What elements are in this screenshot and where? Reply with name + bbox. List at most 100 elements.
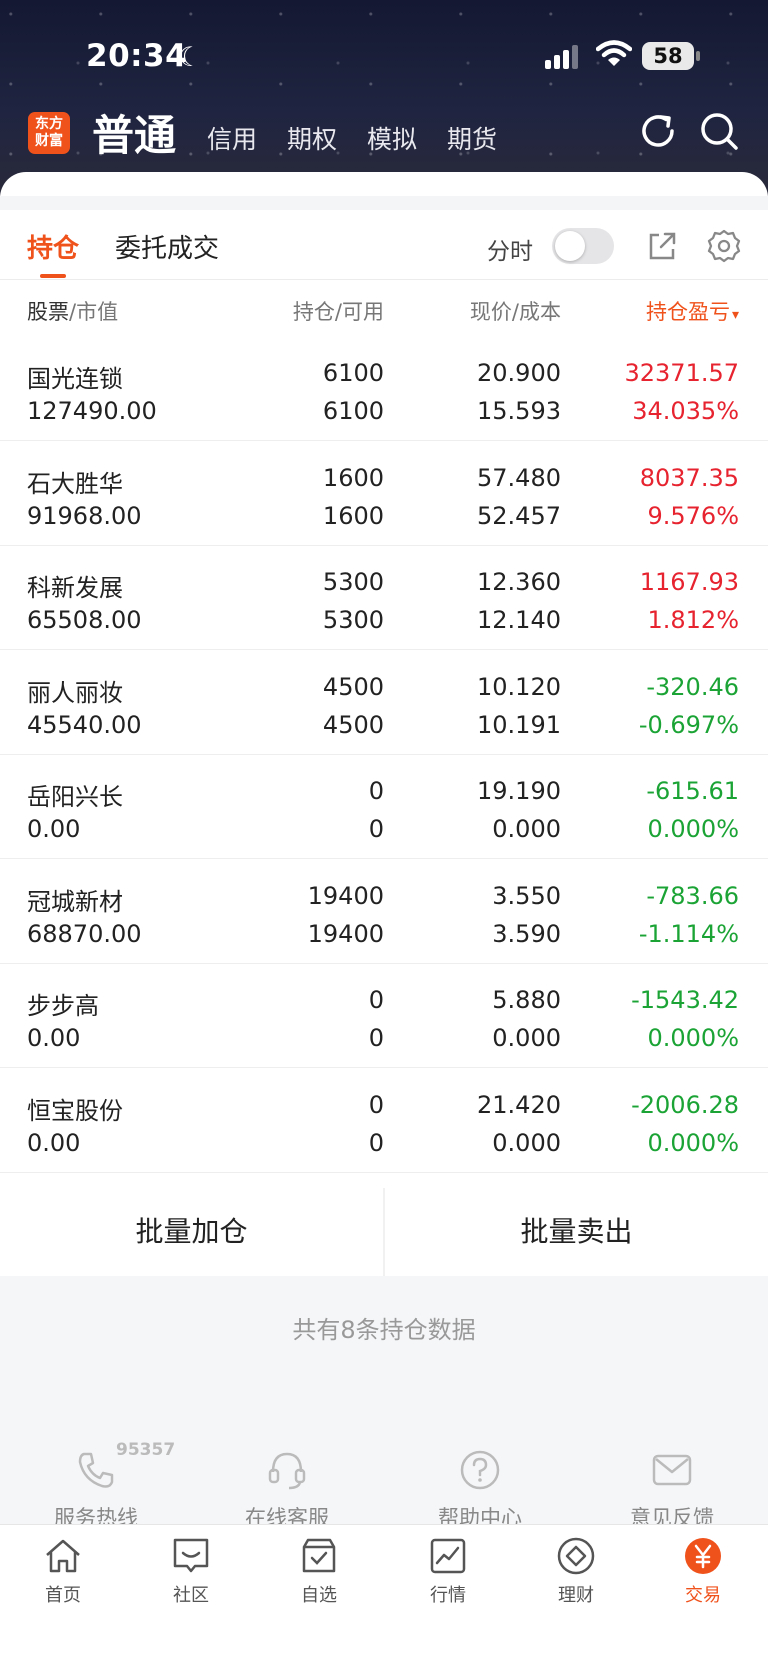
cellular-signal-icon [545,43,583,69]
tabbar-wealth[interactable]: 理财 [531,1535,621,1607]
service-links: 95357 服务热线 在线客服 帮助中心 意见反馈 [0,1440,768,1525]
trade-yen-icon [685,1538,721,1574]
positions-tabs: 持仓 委托成交 分时 [0,210,768,280]
tabbar-watchlist-label: 自选 [301,1585,337,1606]
intraday-toggle-label: 分时 [487,239,533,265]
position-row[interactable]: 国光连锁 127490.00 6100 6100 20.900 15.593 32371.5… [0,337,768,441]
profit-loss-pct: -1.114% [638,920,739,948]
bottom-tab-bar: 首页 社区 自选 行情 理财 交易 [0,1524,768,1669]
stock-name: 科新发展 [27,574,123,602]
batch-actions: 批量加仓 批量卖出 [0,1188,768,1276]
tabbar-home[interactable]: 首页 [18,1535,108,1607]
service-hotline[interactable]: 95357 服务热线 [21,1440,175,1525]
tab-credit[interactable]: 信用 [207,120,257,156]
profit-loss: 32371.57 [624,359,739,387]
profit-loss-pct: 34.035% [632,397,739,425]
stock-name: 步步高 [27,992,99,1020]
stock-name: 冠城新材 [27,888,123,916]
profit-loss: -615.61 [646,777,739,805]
stock-name: 丽人丽妆 [27,679,123,707]
stock-name: 恒宝股份 [27,1097,123,1125]
batch-sell-button[interactable]: 批量卖出 [385,1188,768,1276]
tab-normal-account[interactable]: 普通 [92,102,176,163]
available-qty: 0 [368,815,384,843]
tabbar-wealth-label: 理财 [558,1585,594,1606]
headset-icon [268,1452,306,1490]
holding-qty: 0 [368,1091,384,1119]
profit-loss-pct: 0.000% [647,1129,739,1157]
tabbar-community-label: 社区 [173,1585,209,1606]
position-row[interactable]: 岳阳兴长 0.00 0 0 19.190 0.000 -615.61 0.000% [0,755,768,859]
stock-name: 国光连锁 [27,365,123,393]
wifi-icon [596,40,632,66]
market-chart-icon [430,1538,466,1574]
help-center-label: 帮助中心 [438,1506,522,1525]
card-divider [0,196,768,210]
tabbar-market[interactable]: 行情 [403,1535,493,1607]
position-row[interactable]: 科新发展 65508.00 5300 5300 12.360 12.140 1167.93 1… [0,546,768,650]
moon-icon: ☾ [178,42,203,73]
batch-add-button[interactable]: 批量加仓 [0,1188,383,1276]
cost-price: 15.593 [477,397,561,425]
refresh-icon[interactable] [637,110,679,152]
position-row[interactable]: 步步高 0.00 0 0 5.880 0.000 -1543.42 0.000% [0,964,768,1068]
profit-loss: -783.66 [646,882,739,910]
tabbar-trade[interactable]: 交易 [658,1535,748,1607]
position-row[interactable]: 丽人丽妆 45540.00 4500 4500 10.120 10.191 -320.46 -… [0,651,768,755]
cost-price: 3.590 [492,920,561,948]
service-feedback[interactable]: 意见反馈 [597,1440,747,1525]
available-qty: 6100 [322,397,384,425]
cost-price: 0.000 [492,1024,561,1052]
position-row[interactable]: 石大胜华 91968.00 1600 1600 57.480 52.457 8037.35 9… [0,442,768,546]
intraday-toggle[interactable] [552,228,614,264]
market-value: 127490.00 [27,397,157,425]
app-bar: 东方 财富 普通 信用 期权 模拟 期货 [0,100,768,170]
available-qty: 0 [368,1129,384,1157]
available-qty: 1600 [322,502,384,530]
tabbar-community[interactable]: 社区 [146,1535,236,1607]
position-row[interactable]: 冠城新材 68870.00 19400 19400 3.550 3.590 -783.66 -… [0,860,768,964]
tab-simulation[interactable]: 模拟 [367,120,417,156]
settings-gear-icon[interactable] [705,227,743,265]
tab-positions[interactable]: 持仓 [27,228,79,265]
cost-price: 12.140 [477,606,561,634]
tab-orders-trades[interactable]: 委托成交 [115,228,219,265]
service-online-support[interactable]: 在线客服 [212,1440,362,1525]
holding-qty: 6100 [322,359,384,387]
tab-active-indicator [40,274,66,278]
logo-text-2: 财富 [35,133,63,149]
search-icon[interactable] [698,110,740,152]
profit-loss: 1167.93 [639,568,739,596]
holding-qty: 19400 [307,882,384,910]
help-icon [460,1450,500,1490]
tabbar-market-label: 行情 [430,1585,466,1606]
tab-futures[interactable]: 期货 [447,120,497,156]
hotline-number: 95357 [116,1440,176,1460]
available-qty: 5300 [322,606,384,634]
profit-loss-pct: 1.812% [647,606,739,634]
profit-loss-pct: 0.000% [647,1024,739,1052]
phone-icon [78,1452,114,1488]
position-row[interactable]: 恒宝股份 0.00 0 0 21.420 0.000 -2006.28 0.000% [0,1069,768,1173]
tabbar-trade-label: 交易 [685,1585,721,1606]
eastmoney-logo[interactable]: 东方 财富 [28,112,70,154]
battery-indicator: 58 [642,42,700,70]
tab-options[interactable]: 期权 [287,120,337,156]
positions-table-header: 股票/市值 持仓/可用 现价/成本 持仓盈亏 ▾ [0,282,768,338]
tabbar-watchlist[interactable]: 自选 [274,1535,364,1607]
watchlist-bag-icon [302,1538,336,1573]
share-icon[interactable] [643,227,681,265]
service-help-center[interactable]: 帮助中心 [405,1440,555,1525]
current-price: 10.120 [477,673,561,701]
chat-icon [173,1538,209,1573]
available-qty: 0 [368,1024,384,1052]
cost-price: 52.457 [477,502,561,530]
wealth-diamond-icon [557,1537,595,1575]
holding-qty: 5300 [322,568,384,596]
header-profit-loss-sort[interactable]: 持仓盈亏 ▾ [646,296,739,326]
profit-loss-pct: -0.697% [638,711,739,739]
status-time: 20:34 [86,38,188,74]
market-value: 65508.00 [27,606,142,634]
current-price: 12.360 [477,568,561,596]
header-price: 现价/成本 [469,300,561,324]
